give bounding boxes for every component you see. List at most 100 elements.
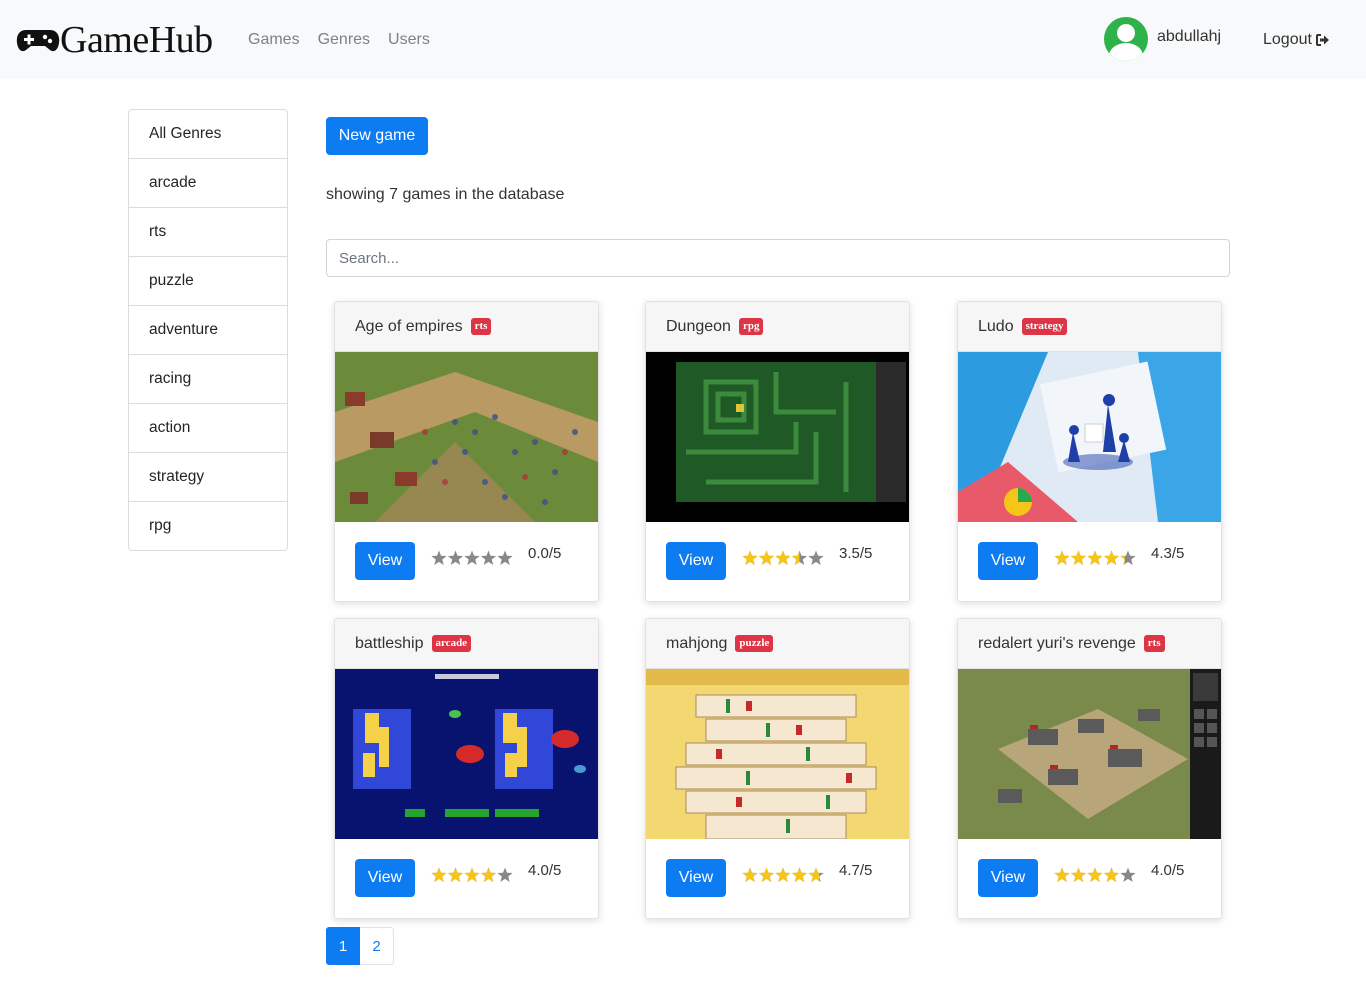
card-header: battleship arcade: [335, 619, 598, 669]
pagination: 1 2: [326, 927, 394, 965]
game-card: battleship arcade View 4.0/5: [334, 618, 599, 919]
game-card: mahjong puzzle View 4.7/5: [645, 618, 910, 919]
card-header: redalert yuri's revenge rts: [958, 619, 1221, 669]
star-fill: [447, 867, 464, 882]
sign-out-icon: [1315, 34, 1329, 46]
genre-badge: rpg: [738, 318, 764, 335]
star-rating: [1054, 867, 1136, 882]
star-fill: [1070, 550, 1087, 565]
game-title: Dungeon: [666, 317, 731, 335]
star-icon: [1120, 867, 1136, 882]
view-button[interactable]: View: [355, 542, 415, 580]
game-title: Age of empires: [355, 317, 463, 335]
nav-link-genres[interactable]: Genres: [318, 31, 370, 49]
star-icon: [480, 550, 497, 565]
star-icon: [808, 550, 824, 565]
game-title: Ludo: [978, 317, 1014, 335]
username: abdullahj: [1157, 28, 1222, 45]
star-fill: [791, 867, 808, 882]
genre-item-rpg[interactable]: rpg: [129, 502, 287, 550]
game-card: Dungeon rpg View 3.5/5: [645, 301, 910, 602]
page-1-button[interactable]: 1: [326, 927, 360, 965]
star-fill: [758, 867, 775, 882]
navbar: GameHub Games Genres Users abdullahj Log…: [0, 0, 1366, 79]
star-rating: [1054, 550, 1136, 565]
genre-badge: strategy: [1021, 318, 1068, 335]
genre-item-puzzle[interactable]: puzzle: [129, 257, 287, 306]
star-fill: [775, 867, 791, 882]
view-button[interactable]: View: [666, 859, 726, 897]
new-game-button[interactable]: New game: [326, 117, 428, 155]
search-input[interactable]: [326, 239, 1230, 277]
card-footer: View 3.5/5: [646, 522, 909, 601]
nav-link-games[interactable]: Games: [248, 31, 300, 49]
genre-item-arcade[interactable]: arcade: [129, 159, 287, 208]
star-icon: [497, 550, 513, 565]
game-title: redalert yuri's revenge: [978, 634, 1136, 652]
brand-name: GameHub: [60, 19, 213, 61]
star-rating: [742, 550, 824, 565]
star-icon: [497, 867, 513, 882]
genre-item-action[interactable]: action: [129, 404, 287, 453]
star-fill: [742, 867, 758, 882]
game-card: redalert yuri's revenge rts View 4.0/5: [957, 618, 1222, 919]
view-button[interactable]: View: [355, 859, 415, 897]
star-fill: [1070, 867, 1087, 882]
star-fill: [758, 550, 775, 565]
view-button[interactable]: View: [978, 859, 1038, 897]
card-footer: View 4.0/5: [335, 839, 598, 918]
genre-item-strategy[interactable]: strategy: [129, 453, 287, 502]
nav-links: Games Genres Users: [248, 31, 430, 49]
card-header: Age of empires rts: [335, 302, 598, 352]
star-fill: [1054, 867, 1070, 882]
star-fill: [1087, 867, 1103, 882]
genre-item-racing[interactable]: racing: [129, 355, 287, 404]
star-fill: [431, 867, 447, 882]
card-footer: View 4.7/5: [646, 839, 909, 918]
genre-item-all[interactable]: All Genres: [129, 110, 287, 159]
nav-link-users[interactable]: Users: [388, 31, 430, 49]
genre-item-rts[interactable]: rts: [129, 208, 287, 257]
user-menu[interactable]: abdullahj: [1104, 17, 1221, 61]
card-header: Ludo strategy: [958, 302, 1221, 352]
star-icon: [431, 550, 447, 565]
brand[interactable]: GameHub: [16, 18, 213, 62]
page-2-button[interactable]: 2: [360, 927, 394, 965]
card-footer: View 4.3/5: [958, 522, 1221, 601]
rating-text: 3.5/5: [839, 545, 873, 562]
star-fill: [1054, 550, 1070, 565]
game-thumbnail: [958, 669, 1221, 839]
star-icon: [464, 550, 480, 565]
view-button[interactable]: View: [666, 542, 726, 580]
star-icon: [447, 550, 464, 565]
card-header: Dungeon rpg: [646, 302, 909, 352]
genre-badge: puzzle: [735, 635, 774, 652]
rating-text: 4.0/5: [528, 862, 562, 879]
avatar[interactable]: [1104, 17, 1148, 61]
star-fill: [1103, 550, 1120, 565]
genre-badge: rts: [470, 318, 492, 335]
game-title: battleship: [355, 634, 424, 652]
game-card: Age of empires rts View 0.0/5: [334, 301, 599, 602]
game-thumbnail: [646, 669, 909, 839]
star-fill: [742, 550, 758, 565]
star-fill: [464, 867, 480, 882]
view-button[interactable]: View: [978, 542, 1038, 580]
rating-text: 0.0/5: [528, 545, 562, 562]
logout-label: Logout: [1263, 31, 1312, 48]
logout-button[interactable]: Logout: [1263, 31, 1330, 49]
game-thumbnail: [646, 352, 909, 522]
game-thumbnail: [335, 352, 598, 522]
card-header: mahjong puzzle: [646, 619, 909, 669]
rating-text: 4.0/5: [1151, 862, 1185, 879]
rating-text: 4.3/5: [1151, 545, 1185, 562]
card-footer: View 0.0/5: [335, 522, 598, 601]
genre-badge: rts: [1143, 635, 1165, 652]
gamepad-icon: [16, 30, 60, 52]
game-card: Ludo strategy View 4.3/5: [957, 301, 1222, 602]
star-rating: [431, 867, 513, 882]
game-title: mahjong: [666, 634, 728, 652]
game-count-text: showing 7 games in the database: [326, 186, 565, 203]
genre-item-adventure[interactable]: adventure: [129, 306, 287, 355]
star-fill: [775, 550, 791, 565]
